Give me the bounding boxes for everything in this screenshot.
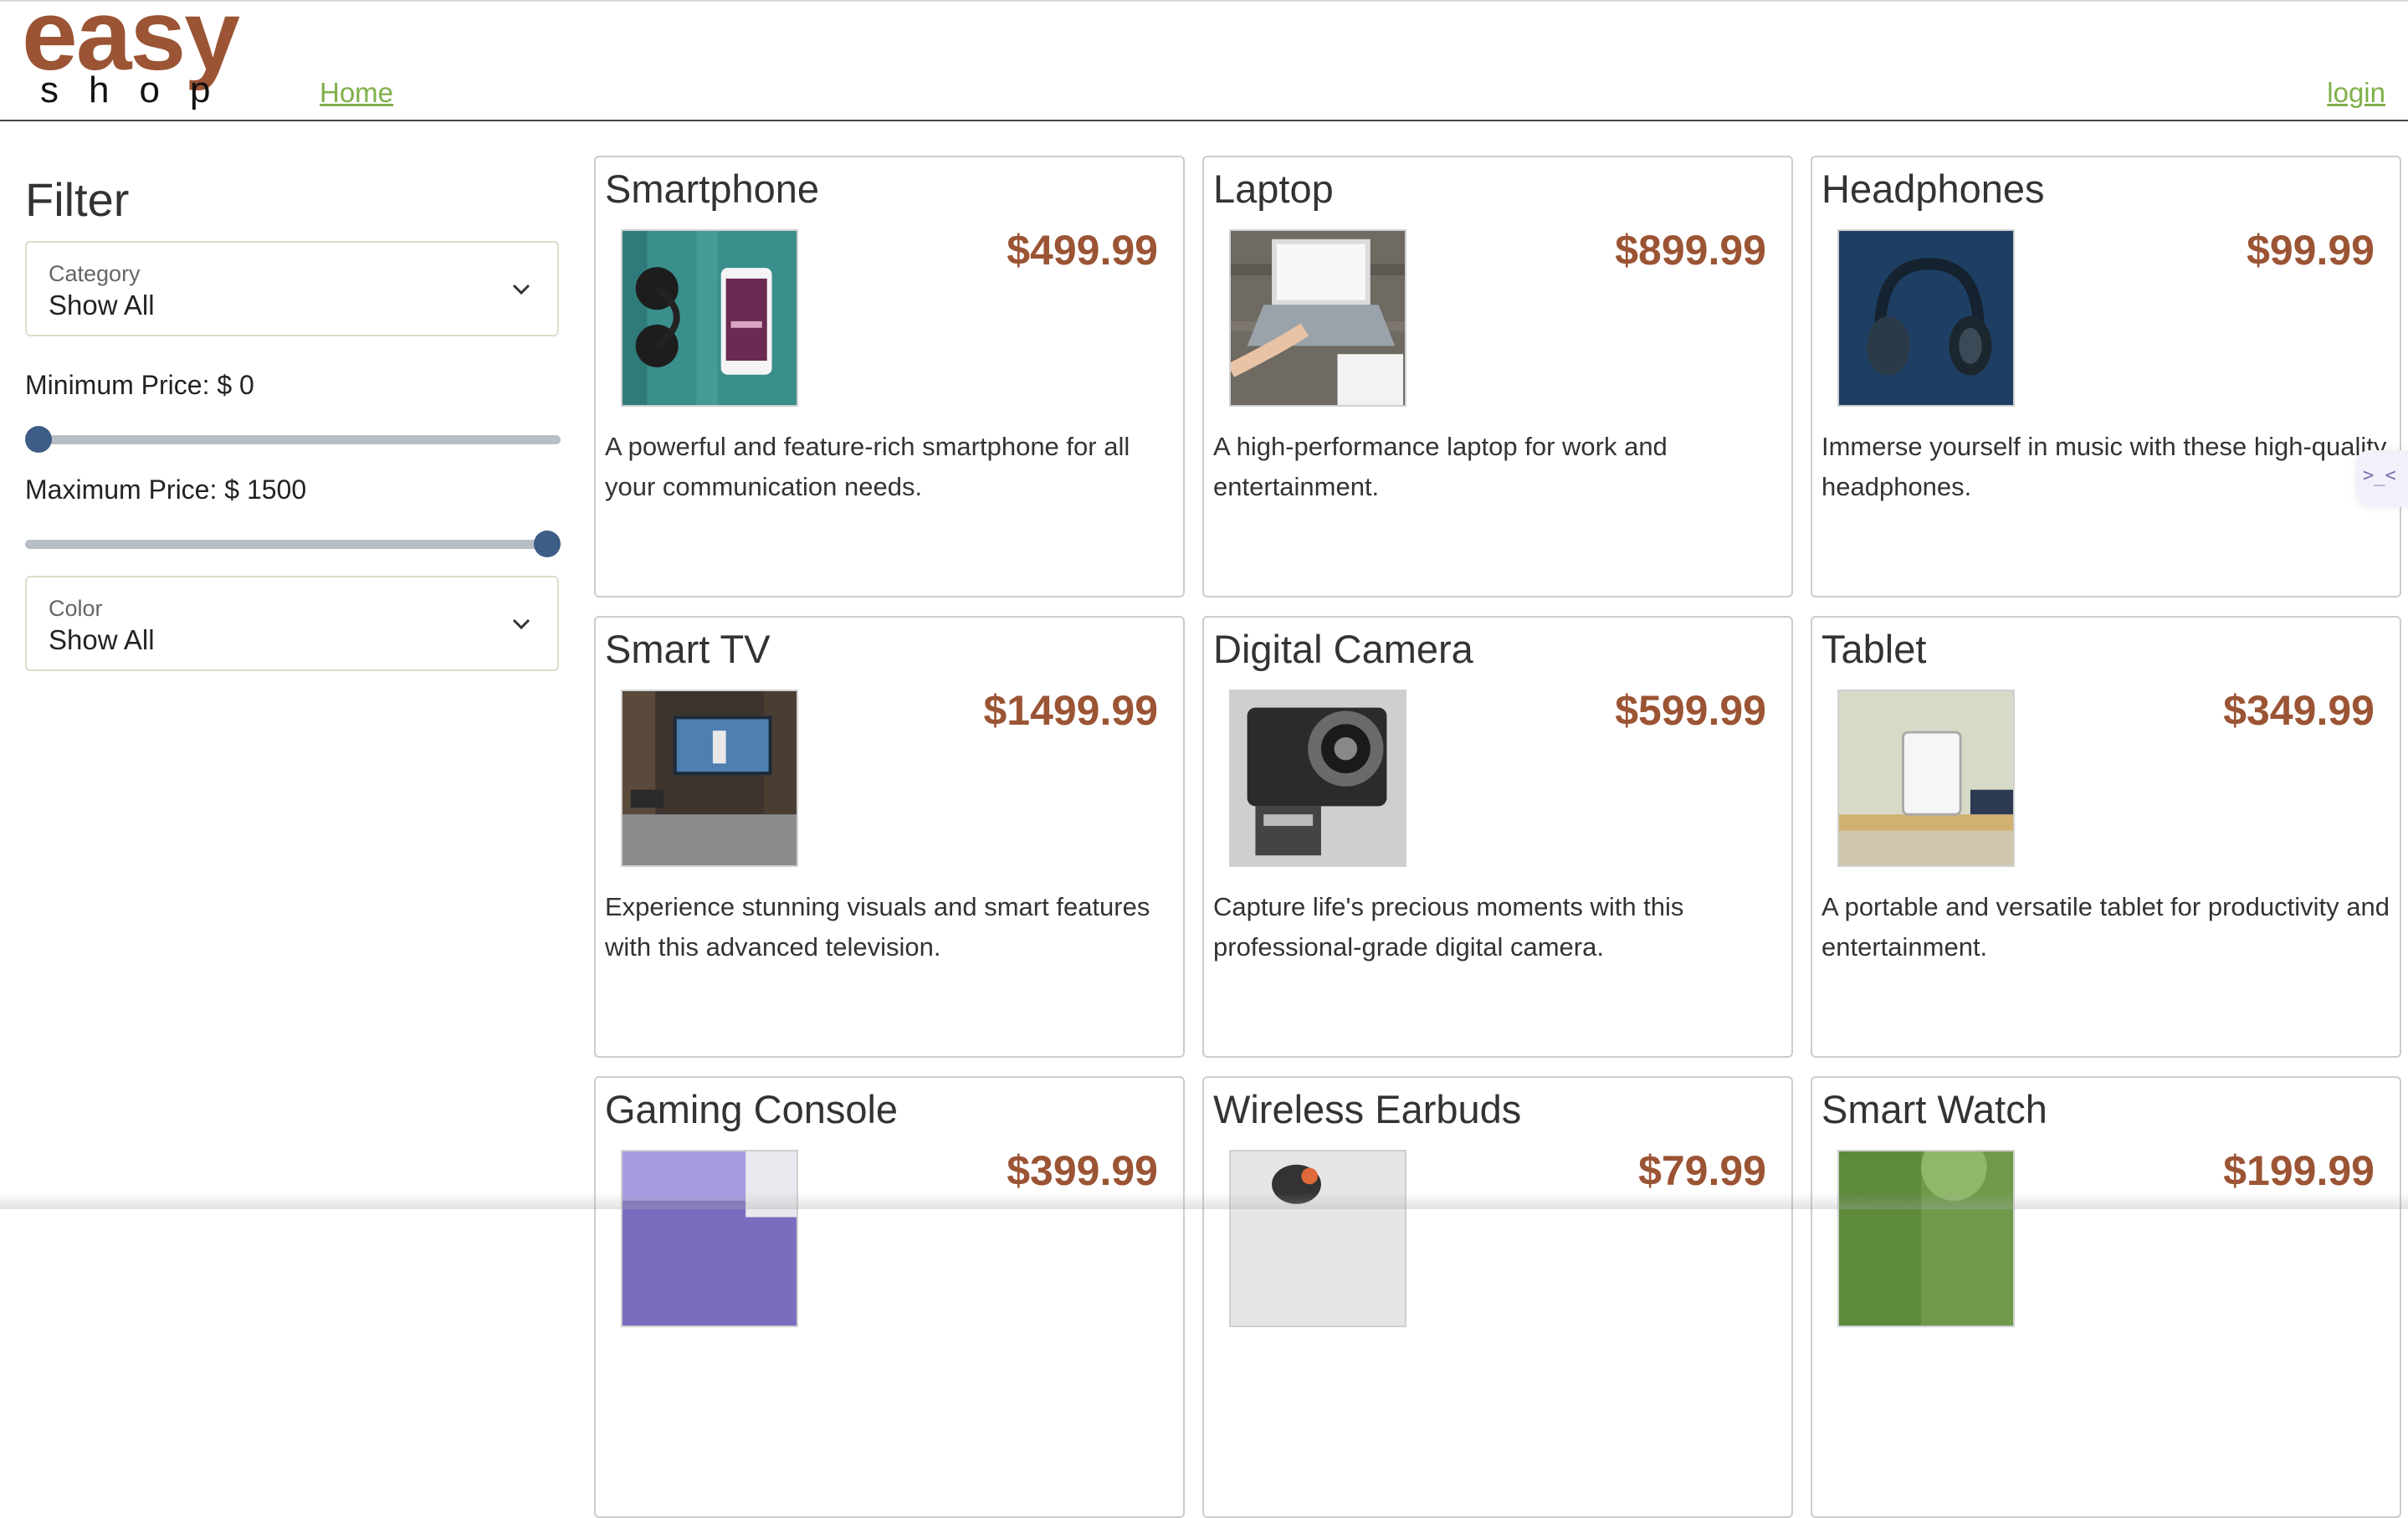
product-price: $899.99 [1615, 227, 1766, 274]
product-description: Immerse yourself in music with these hig… [1821, 432, 2387, 501]
nav-login-link[interactable]: login [2327, 77, 2385, 109]
min-price-thumb[interactable] [25, 426, 52, 453]
max-price-label: Maximum Price: $ 1500 [25, 474, 307, 505]
product-price: $1499.99 [983, 687, 1158, 734]
min-price-slider[interactable] [25, 424, 561, 454]
gaming-console-photo [621, 1150, 798, 1327]
max-price-track [25, 540, 561, 549]
product-name: Smart TV [605, 627, 771, 671]
assistant-icon: >_< [2363, 465, 2396, 486]
product-name: Wireless Earbuds [1213, 1087, 1522, 1131]
category-select[interactable]: Category Show All [25, 241, 559, 336]
filter-title: Filter [25, 173, 130, 226]
site-header: easy shop Home login [0, 0, 2408, 121]
laptop-photo [1229, 229, 1406, 407]
assistant-widget-button[interactable]: >_< [2356, 450, 2408, 507]
product-price: $399.99 [1007, 1147, 1158, 1194]
product-price: $99.99 [2247, 227, 2375, 274]
product-price: $599.99 [1615, 687, 1766, 734]
product-price: $79.99 [1638, 1147, 1766, 1194]
headphones-photo [1837, 229, 2015, 407]
category-value: Show All [49, 290, 155, 321]
product-card-tablet[interactable]: Tablet $349.99 A portable and versatile … [1811, 616, 2401, 1058]
product-name: Smart Watch [1821, 1087, 2047, 1131]
product-description: Capture life's precious moments with thi… [1213, 892, 1684, 962]
min-price-label: Minimum Price: $ 0 [25, 370, 254, 400]
easy-shop-logo[interactable]: easy shop [22, 0, 289, 117]
bottom-scroll-shadow [0, 1192, 2408, 1209]
nav-home-link[interactable]: Home [320, 77, 393, 109]
camera-photo [1229, 690, 1406, 867]
product-description: Experience stunning visuals and smart fe… [605, 892, 1150, 962]
product-description: A high-performance laptop for work and e… [1213, 432, 1668, 501]
product-card-digital-camera[interactable]: Digital Camera $599.99 Capture life's pr… [1202, 616, 1793, 1058]
product-name: Digital Camera [1213, 627, 1473, 671]
smart-tv-photo [621, 690, 798, 867]
chevron-down-icon [512, 284, 530, 295]
product-name: Smartphone [605, 167, 820, 211]
product-price: $499.99 [1007, 227, 1158, 274]
product-card-gaming-console[interactable]: Gaming Console $399.99 [594, 1076, 1185, 1518]
product-card-smartphone[interactable]: Smartphone $499.99 A powerful and featur… [594, 156, 1185, 597]
product-description: A powerful and feature-rich smartphone f… [605, 432, 1130, 501]
min-price-track [25, 435, 561, 444]
max-price-slider[interactable] [25, 529, 561, 559]
logo-wordmark-shop: shop [40, 69, 241, 110]
category-label: Category [49, 261, 141, 286]
product-price: $349.99 [2223, 687, 2375, 734]
product-name: Laptop [1213, 167, 1334, 211]
product-card-laptop[interactable]: Laptop $899.99 A high-performance laptop… [1202, 156, 1793, 597]
product-card-wireless-earbuds[interactable]: Wireless Earbuds $79.99 [1202, 1076, 1793, 1518]
product-card-headphones[interactable]: Headphones $99.99 Immerse yourself in mu… [1811, 156, 2401, 597]
color-value: Show All [49, 624, 155, 655]
smart-watch-photo [1837, 1150, 2015, 1327]
product-description: A portable and versatile tablet for prod… [1821, 892, 2390, 962]
color-label: Color [49, 596, 103, 621]
product-card-smart-tv[interactable]: Smart TV $1499.99 Experience stunning vi… [594, 616, 1185, 1058]
max-price-thumb[interactable] [534, 531, 561, 557]
product-name: Gaming Console [605, 1087, 899, 1131]
product-name: Tablet [1821, 627, 1927, 671]
chevron-down-icon [512, 618, 530, 630]
earbuds-photo [1229, 1150, 1406, 1327]
product-price: $199.99 [2223, 1147, 2375, 1194]
product-name: Headphones [1821, 167, 2045, 211]
color-select[interactable]: Color Show All [25, 576, 559, 671]
tablet-photo [1837, 690, 2015, 867]
product-card-smart-watch[interactable]: Smart Watch $199.99 [1811, 1076, 2401, 1518]
smartphone-headphones-photo [621, 229, 798, 407]
